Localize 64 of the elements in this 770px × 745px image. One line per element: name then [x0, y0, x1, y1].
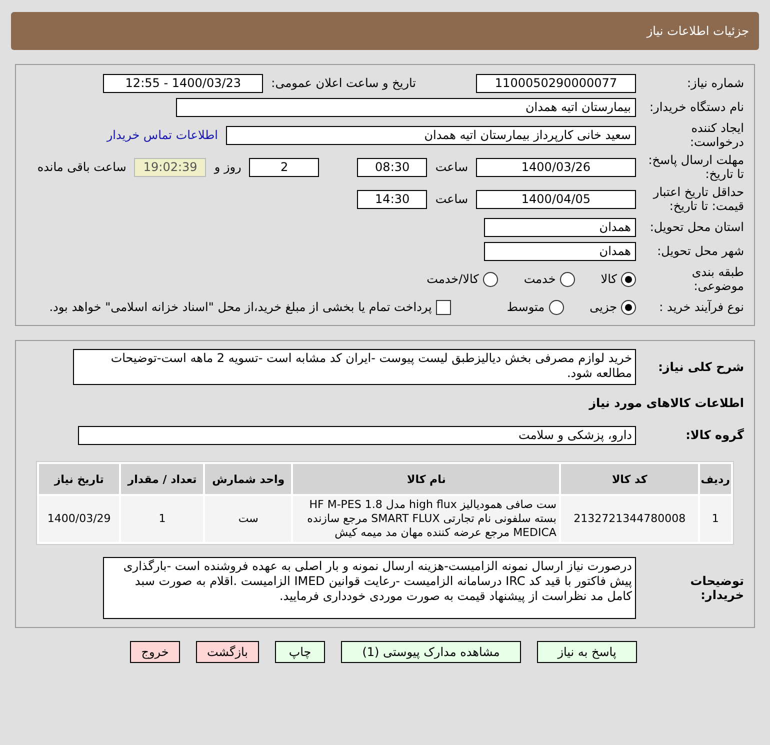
field-label: شرح کلی نیاز: — [657, 360, 744, 374]
table-cell: 1 — [700, 496, 731, 542]
radio-button[interactable] — [621, 272, 636, 286]
payment-option[interactable]: پرداخت تمام یا بخشی از مبلغ خرید،از محل "اسناد خزانه اسلامی" خواهد بود. — [49, 300, 451, 314]
field-label: مهلت ارسال پاسخ: تا تاریخ: — [647, 153, 744, 181]
field-label: ساعت — [435, 192, 468, 206]
column-header: تاریخ نیاز — [39, 464, 120, 494]
province-field[interactable]: همدان — [484, 218, 636, 236]
field-label: ایجاد کننده درخواست: — [689, 121, 744, 149]
creator-field[interactable]: سعید خانی کارپرداز بیمارستان اتیه همدان — [226, 126, 636, 144]
radio-option[interactable]: جزیی — [590, 300, 636, 314]
city-field[interactable]: همدان — [484, 242, 636, 260]
table-cell: 1 — [121, 496, 204, 542]
column-header: واحد شمارش — [205, 464, 292, 494]
field-label: نوع فرآیند خرید : — [658, 300, 744, 314]
radio-option[interactable]: کالا/خدمت — [426, 272, 498, 286]
page-header: جزئیات اطلاعات نیاز — [11, 12, 759, 50]
column-header: تعداد / مقدار — [121, 464, 204, 494]
table-cell: ست صافی همودیالیز high flux مدل HF M-PES 1.8 بسته سلفونی نام تجارتی SMART FLUX مرجع سازنده MEDICA مرجع عرضه کننده مهان مد میمه کیش — [293, 496, 560, 542]
table-cell: 1400/03/29 — [39, 496, 120, 542]
buyer-notes-field[interactable]: درصورت نیاز ارسال نمونه الزامیست-هزینه ارسال نمونه و بار اصلی به عهده فروشنده است -بارگذاری پیش فاکتور با قید کد IRC درسامانه الزامیست -رعایت قوانین IMED الزامیست .اقلام به صورت سبد کامل مد نظراست از پیشنهاد قیمت به صورت موردی خودداری فرمایید. — [103, 557, 636, 619]
field-label: تاریخ و ساعت اعلان عمومی: — [271, 76, 416, 90]
table-cell: 2132721344780008 — [561, 496, 698, 542]
column-header: ردیف — [700, 464, 731, 494]
table-cell: ست — [205, 496, 292, 542]
action-button[interactable]: بازگشت — [196, 641, 259, 663]
field-label: طبقه بندی موضوعی: — [690, 265, 744, 293]
radio-option[interactable]: خدمت — [524, 272, 575, 286]
description-field[interactable]: خرید لوازم مصرفی بخش دیالیزطبق لیست پیوست -ایران کد مشابه است -تسویه 2 ماهه است-توضیحات مطالعه شود. — [73, 349, 636, 385]
field-label: گروه کالا: — [684, 428, 744, 442]
radio-button[interactable] — [621, 300, 636, 314]
announce-date-field[interactable]: 1400/03/23 - 12:55 — [103, 74, 264, 92]
radio-button[interactable] — [482, 272, 498, 286]
action-button[interactable]: چاپ — [275, 641, 325, 663]
action-button[interactable]: خروج — [130, 641, 180, 663]
radio-button[interactable] — [560, 272, 575, 286]
field-label: نام دستگاه خریدار: — [648, 100, 744, 114]
goods-group-field[interactable]: دارو، پزشکی و سلامت — [78, 426, 636, 444]
action-button[interactable]: پاسخ به نیاز — [537, 641, 637, 663]
field-label: استان محل تحویل: — [648, 220, 744, 234]
field-label: روز و — [214, 160, 242, 174]
column-header: کد کالا — [561, 464, 698, 494]
remaining-time-field: 19:02:39 — [134, 158, 206, 176]
days-field[interactable]: 2 — [249, 158, 320, 176]
checkbox[interactable] — [436, 300, 451, 314]
radio-button[interactable] — [548, 300, 564, 314]
field-label: شهر محل تحویل: — [656, 244, 744, 258]
field-label: شماره نیاز: — [686, 76, 744, 90]
field-label: ساعت باقی مانده — [37, 160, 126, 174]
time-field[interactable]: 14:30 — [357, 190, 428, 208]
field-label: حداقل تاریخ اعتبار قیمت: تا تاریخ: — [652, 185, 744, 213]
field-label: توضیحات خریدار: — [689, 574, 744, 602]
radio-option[interactable]: کالا — [600, 272, 636, 286]
section-title: اطلاعات کالاهای مورد نیاز — [589, 396, 744, 410]
contact-link[interactable]: اطلاعات تماس خریدار — [106, 128, 218, 142]
radio-option[interactable]: متوسط — [506, 300, 564, 314]
date-field[interactable]: 1400/03/26 — [476, 158, 636, 176]
need-number-field[interactable]: 1100050290000077 — [476, 74, 636, 92]
column-header: نام کالا — [293, 464, 560, 494]
time-field[interactable]: 08:30 — [357, 158, 428, 176]
date-field[interactable]: 1400/04/05 — [476, 190, 636, 208]
field-label: ساعت — [435, 160, 468, 174]
action-button[interactable]: مشاهده مدارک پیوستی (1) — [341, 641, 521, 663]
buyer-org-field[interactable]: بیمارستان اتیه همدان — [176, 98, 636, 116]
